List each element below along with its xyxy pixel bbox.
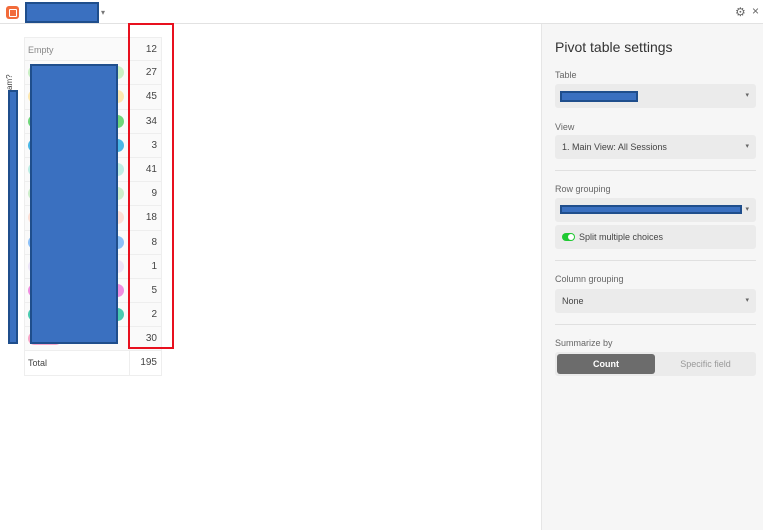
settings-panel: Pivot table settings Table ▾ View 1. Mai… — [541, 24, 763, 530]
view-value: 1. Main View: All Sessions — [562, 142, 667, 152]
top-bar: ▾ ⚙ × — [0, 0, 763, 24]
divider — [555, 324, 756, 325]
row-axis-label: am? — [5, 74, 14, 90]
chevron-down-icon: ▾ — [745, 143, 749, 150]
row-label: Empty — [28, 45, 54, 55]
redacted-row-grouping — [560, 205, 742, 214]
chevron-down-icon: ▾ — [745, 206, 749, 213]
divider — [555, 260, 756, 261]
panel-title: Pivot table settings — [555, 39, 673, 55]
column-grouping-value: None — [562, 296, 584, 306]
row-grouping-select[interactable]: ▾ — [555, 198, 756, 222]
redacted-row-labels — [30, 64, 118, 344]
split-multiple-choices-option[interactable]: Split multiple choices — [555, 225, 756, 249]
count-button[interactable]: Count — [557, 354, 655, 374]
gear-icon[interactable]: ⚙ — [735, 5, 746, 19]
row-grouping-label: Row grouping — [555, 184, 611, 194]
table-label: Table — [555, 70, 577, 80]
chevron-down-icon: ▾ — [745, 92, 749, 99]
total-value: 195 — [140, 357, 157, 369]
specific-field-button[interactable]: Specific field — [657, 354, 754, 374]
table-select[interactable]: ▾ — [555, 84, 756, 108]
view-label: View — [555, 122, 575, 132]
highlight-annotation-box — [128, 23, 174, 349]
summarize-label: Summarize by — [555, 338, 613, 348]
redacted-block-title[interactable] — [25, 2, 99, 23]
chevron-down-icon: ▾ — [745, 297, 749, 304]
view-select[interactable]: 1. Main View: All Sessions ▾ — [555, 135, 756, 159]
split-toggle[interactable] — [562, 233, 575, 241]
redacted-table-name — [560, 91, 638, 102]
column-grouping-label: Column grouping — [555, 274, 624, 284]
summarize-segmented-control: Count Specific field — [555, 352, 756, 376]
total-row: Total 195 — [24, 351, 162, 376]
split-label: Split multiple choices — [579, 232, 664, 242]
total-label: Total — [28, 358, 48, 369]
chevron-down-icon[interactable]: ▾ — [101, 8, 105, 17]
redacted-axis-label — [8, 90, 18, 344]
app-logo-icon — [6, 6, 19, 19]
close-icon[interactable]: × — [752, 4, 759, 18]
column-divider — [129, 351, 130, 375]
divider — [555, 170, 756, 171]
column-grouping-select[interactable]: None ▾ — [555, 289, 756, 313]
